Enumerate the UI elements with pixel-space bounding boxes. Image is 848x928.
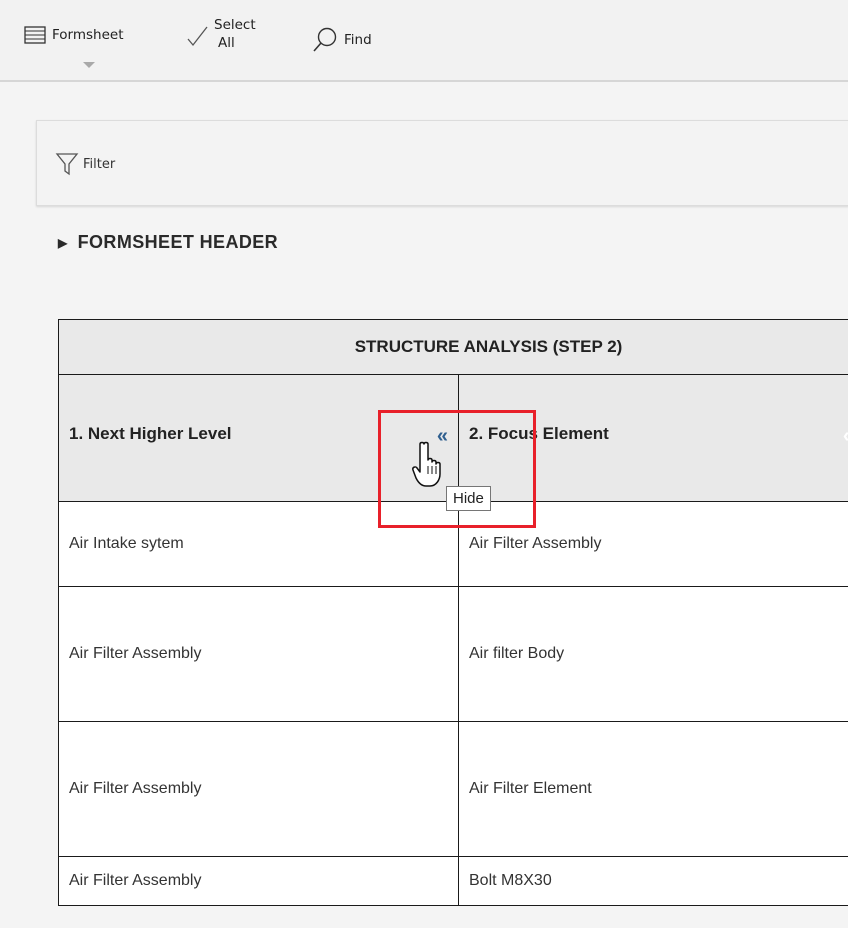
filter-label: Filter	[83, 156, 116, 172]
table-cell[interactable]: Air Filter Assembly	[58, 856, 459, 906]
select-all-label-line1: Select	[214, 17, 256, 33]
filter-bar: Filter	[36, 120, 848, 206]
group-header-label: STRUCTURE ANALYSIS (STEP 2)	[354, 337, 623, 356]
formsheet-icon	[24, 26, 46, 44]
column-header-focus-element: 2. Focus Element «	[457, 374, 848, 502]
table-row: Air Filter Assembly Air filter Body	[58, 586, 848, 722]
hide-tooltip: Hide	[446, 486, 491, 511]
table-cell[interactable]: Air Filter Assembly	[58, 586, 459, 722]
filter-icon	[55, 153, 79, 176]
find-button[interactable]: Find	[312, 26, 372, 54]
formsheet-button[interactable]: Formsheet	[24, 26, 124, 44]
search-icon	[313, 27, 337, 52]
table-cell[interactable]: Air Filter Assembly	[457, 501, 848, 587]
formsheet-header-label: FORMSHEET HEADER	[77, 232, 279, 252]
group-header-cell: STRUCTURE ANALYSIS (STEP 2)	[57, 319, 848, 375]
table-cell[interactable]: Air Intake sytem	[58, 501, 459, 587]
table-cell[interactable]: Bolt M8X30	[457, 856, 848, 906]
checkmark-icon	[187, 26, 208, 47]
collapse-double-chevron-icon[interactable]: «	[843, 425, 848, 448]
table-cell[interactable]: Air Filter Assembly	[58, 721, 459, 857]
formsheet-header-toggle[interactable]: ▶ FORMSHEET HEADER	[58, 232, 278, 253]
select-all-label-line2: All	[218, 35, 235, 51]
structure-analysis-table: STRUCTURE ANALYSIS (STEP 2) 1. Next High…	[57, 319, 848, 906]
filter-button[interactable]: Filter	[55, 151, 115, 177]
column-header-next-higher-level: 1. Next Higher Level «	[58, 374, 459, 502]
table-cell[interactable]: Air Filter Element	[457, 721, 848, 857]
table-row: Air Filter Assembly Bolt M8X30	[58, 856, 848, 906]
formsheet-label: Formsheet	[52, 27, 124, 43]
table-row: Air Intake sytem Air Filter Assembly	[58, 501, 848, 587]
table-row: Air Filter Assembly Air Filter Element	[58, 721, 848, 857]
table-cell[interactable]: Air filter Body	[457, 586, 848, 722]
collapse-double-chevron-icon[interactable]: «	[437, 425, 448, 448]
toolbar: Formsheet Select All Find	[0, 0, 848, 82]
column-header-label: 2. Focus Element	[469, 424, 609, 443]
find-label: Find	[344, 32, 372, 48]
expand-triangle-icon: ▶	[58, 235, 68, 250]
select-all-label: Select All	[214, 16, 256, 52]
select-all-button[interactable]: Select All	[186, 16, 256, 52]
formsheet-dropdown-caret-icon[interactable]	[83, 62, 95, 68]
column-header-label: 1. Next Higher Level	[69, 424, 232, 443]
